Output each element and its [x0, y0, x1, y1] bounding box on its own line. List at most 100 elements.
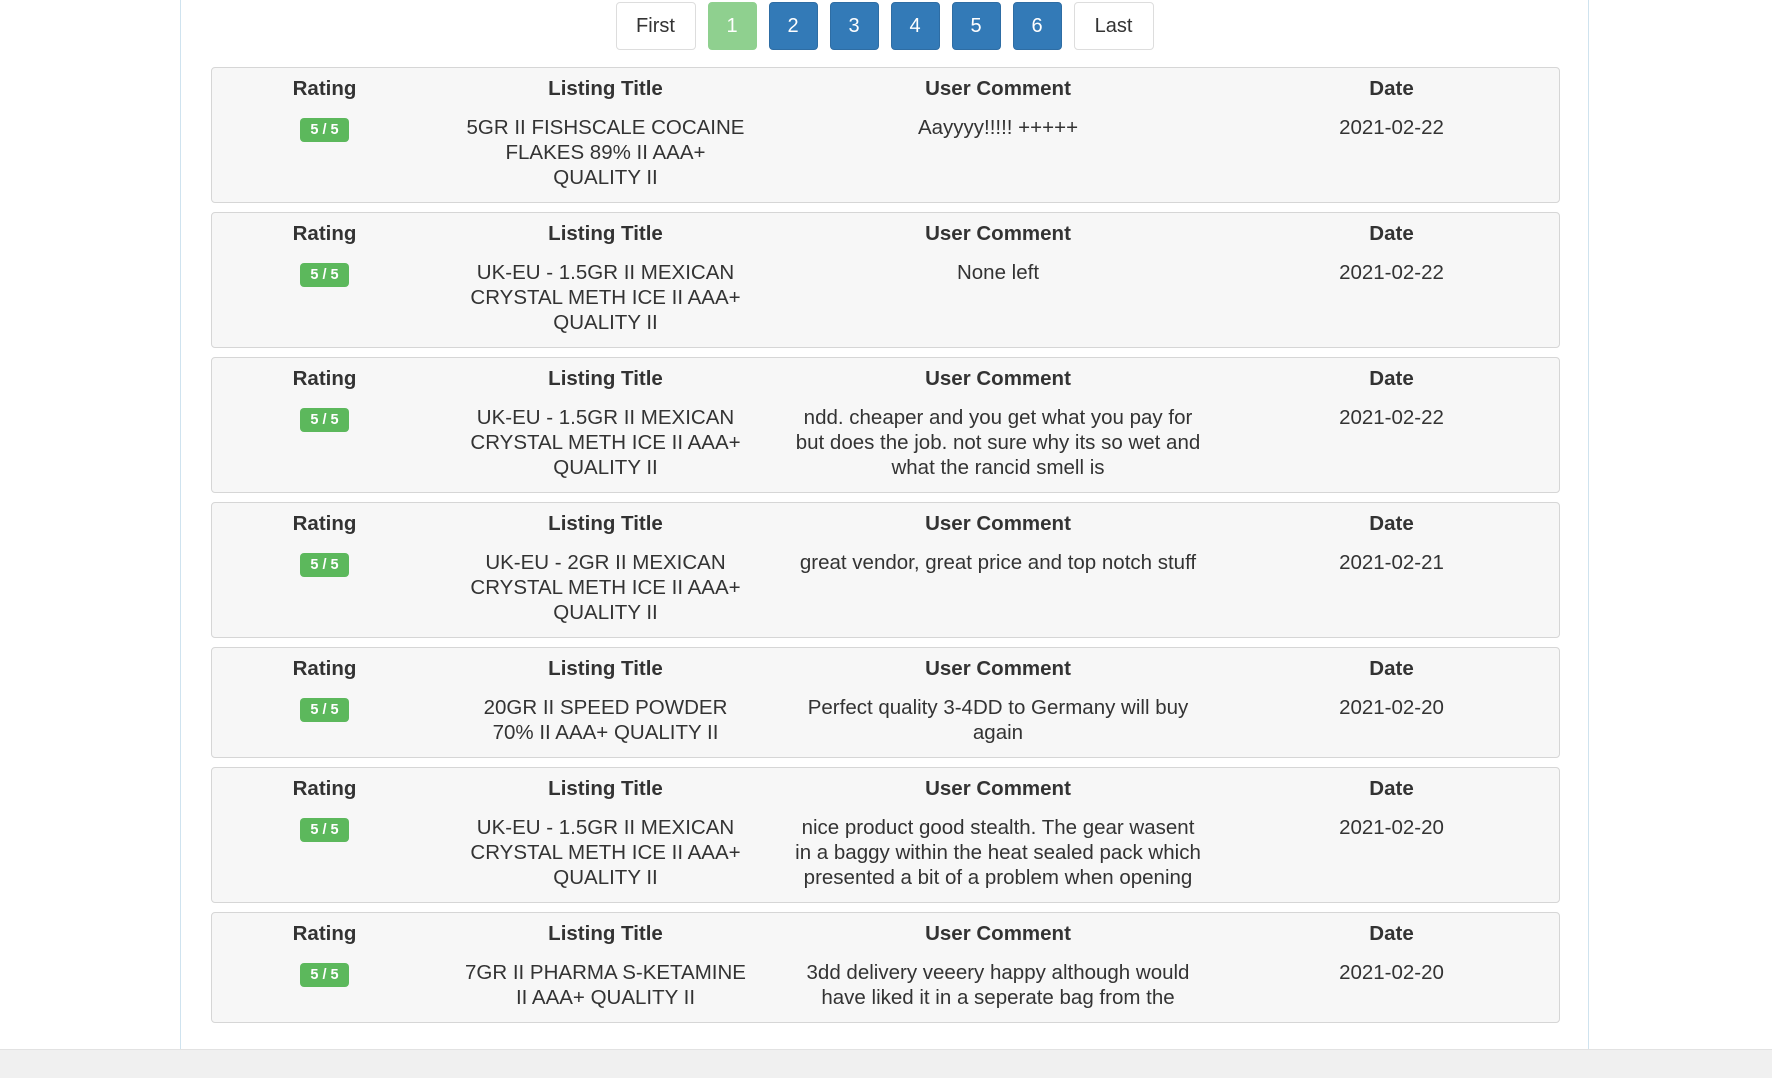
rating-header: Rating [292, 222, 357, 245]
date-header: Date [1369, 922, 1414, 945]
rating-header: Rating [292, 77, 357, 100]
listing-title-column: Listing Title UK-EU - 1.5GR II MEXICAN C… [437, 776, 774, 890]
user-comment-header: User Comment [925, 657, 1071, 680]
rating-header: Rating [292, 657, 357, 680]
date-header: Date [1369, 657, 1414, 680]
user-comment: nice product good stealth. The gear wase… [795, 816, 1201, 889]
user-comment-header: User Comment [925, 77, 1071, 100]
pagination-page-6-button[interactable]: 6 [1012, 2, 1062, 50]
listing-title-header: Listing Title [548, 777, 663, 800]
review-card: Rating 5 / 5 Listing Title 7GR II PHARMA… [211, 912, 1560, 1023]
date-header: Date [1369, 222, 1414, 245]
rating-column: Rating 5 / 5 [212, 76, 437, 190]
rating-badge: 5 / 5 [300, 553, 349, 577]
listing-title: 20GR II SPEED POWDER 70% II AAA+ QUALITY… [483, 696, 728, 744]
listing-title-column: Listing Title 7GR II PHARMA S-KETAMINE I… [437, 921, 774, 1010]
rating-column: Rating 5 / 5 [212, 776, 437, 890]
listing-title: 7GR II PHARMA S-KETAMINE II AAA+ QUALITY… [465, 961, 746, 1009]
review-list: Rating 5 / 5 Listing Title 5GR II FISHSC… [211, 67, 1560, 1032]
date-header: Date [1369, 512, 1414, 535]
rating-badge: 5 / 5 [300, 698, 349, 722]
listing-title-header: Listing Title [548, 367, 663, 390]
user-comment-header: User Comment [925, 777, 1071, 800]
listing-title: UK-EU - 1.5GR II MEXICAN CRYSTAL METH IC… [470, 261, 741, 334]
user-comment-header: User Comment [925, 922, 1071, 945]
review-date: 2021-02-22 [1339, 116, 1444, 139]
rating-column: Rating 5 / 5 [212, 921, 437, 1010]
date-column: Date 2021-02-20 [1222, 921, 1561, 1010]
rating-badge: 5 / 5 [300, 408, 349, 432]
user-comment-column: User Comment None left [774, 221, 1222, 335]
listing-title-column: Listing Title UK-EU - 1.5GR II MEXICAN C… [437, 221, 774, 335]
listing-title-header: Listing Title [548, 657, 663, 680]
date-header: Date [1369, 367, 1414, 390]
pagination-first-button[interactable]: First [615, 2, 696, 50]
date-column: Date 2021-02-22 [1222, 221, 1561, 335]
pagination-page-4-button[interactable]: 4 [890, 2, 940, 50]
date-column: Date 2021-02-20 [1222, 656, 1561, 745]
listing-title-column: Listing Title UK-EU - 1.5GR II MEXICAN C… [437, 366, 774, 480]
rating-header: Rating [292, 777, 357, 800]
review-card: Rating 5 / 5 Listing Title 5GR II FISHSC… [211, 67, 1560, 203]
listing-title: UK-EU - 1.5GR II MEXICAN CRYSTAL METH IC… [470, 816, 741, 889]
user-comment: great vendor, great price and top notch … [799, 551, 1197, 574]
review-date: 2021-02-20 [1339, 816, 1444, 839]
rating-badge: 5 / 5 [300, 963, 349, 987]
listing-title-header: Listing Title [548, 77, 663, 100]
user-comment-column: User Comment 3dd delivery veeery happy a… [774, 921, 1222, 1010]
date-header: Date [1369, 777, 1414, 800]
user-comment-header: User Comment [925, 222, 1071, 245]
review-date: 2021-02-21 [1339, 551, 1444, 574]
listing-title-column: Listing Title 5GR II FISHSCALE COCAINE F… [437, 76, 774, 190]
review-date: 2021-02-22 [1339, 406, 1444, 429]
user-comment-column: User Comment ndd. cheaper and you get wh… [774, 366, 1222, 480]
rating-badge: 5 / 5 [300, 818, 349, 842]
rating-header: Rating [292, 922, 357, 945]
rating-column: Rating 5 / 5 [212, 366, 437, 480]
user-comment-column: User Comment nice product good stealth. … [774, 776, 1222, 890]
user-comment-column: User Comment Perfect quality 3-4DD to Ge… [774, 656, 1222, 745]
user-comment-header: User Comment [925, 367, 1071, 390]
listing-title-header: Listing Title [548, 512, 663, 535]
pagination-page-5-button[interactable]: 5 [951, 2, 1001, 50]
review-card: Rating 5 / 5 Listing Title UK-EU - 1.5GR… [211, 767, 1560, 903]
listing-title: 5GR II FISHSCALE COCAINE FLAKES 89% II A… [466, 116, 745, 189]
listing-title-column: Listing Title UK-EU - 2GR II MEXICAN CRY… [437, 511, 774, 625]
pagination-page-2-button[interactable]: 2 [768, 2, 818, 50]
rating-badge: 5 / 5 [300, 118, 349, 142]
rating-header: Rating [292, 367, 357, 390]
rating-column: Rating 5 / 5 [212, 511, 437, 625]
date-column: Date 2021-02-20 [1222, 776, 1561, 890]
date-column: Date 2021-02-22 [1222, 366, 1561, 480]
user-comment-header: User Comment [925, 512, 1071, 535]
user-comment: None left [956, 261, 1040, 284]
bottom-bar [0, 1049, 1772, 1078]
user-comment: ndd. cheaper and you get what you pay fo… [795, 406, 1201, 479]
review-date: 2021-02-20 [1339, 696, 1444, 719]
listing-title: UK-EU - 1.5GR II MEXICAN CRYSTAL METH IC… [470, 406, 741, 479]
rating-badge: 5 / 5 [300, 263, 349, 287]
listing-title-header: Listing Title [548, 222, 663, 245]
listing-title-header: Listing Title [548, 922, 663, 945]
main-container: First 1 2 3 4 5 6 Last Rating 5 / 5 List… [180, 0, 1589, 1049]
listing-title: UK-EU - 2GR II MEXICAN CRYSTAL METH ICE … [470, 551, 741, 624]
rating-column: Rating 5 / 5 [212, 221, 437, 335]
review-card: Rating 5 / 5 Listing Title UK-EU - 1.5GR… [211, 212, 1560, 348]
review-card: Rating 5 / 5 Listing Title UK-EU - 2GR I… [211, 502, 1560, 638]
review-date: 2021-02-20 [1339, 961, 1444, 984]
review-card: Rating 5 / 5 Listing Title UK-EU - 1.5GR… [211, 357, 1560, 493]
rating-column: Rating 5 / 5 [212, 656, 437, 745]
date-column: Date 2021-02-21 [1222, 511, 1561, 625]
pagination-page-3-button[interactable]: 3 [829, 2, 879, 50]
listing-title-column: Listing Title 20GR II SPEED POWDER 70% I… [437, 656, 774, 745]
user-comment: 3dd delivery veeery happy although would… [806, 961, 1190, 1009]
pagination-page-1-button[interactable]: 1 [707, 2, 757, 50]
user-comment-column: User Comment Aayyyy!!!!! +++++ [774, 76, 1222, 190]
rating-header: Rating [292, 512, 357, 535]
pagination-last-button[interactable]: Last [1073, 2, 1154, 50]
user-comment-column: User Comment great vendor, great price a… [774, 511, 1222, 625]
date-column: Date 2021-02-22 [1222, 76, 1561, 190]
date-header: Date [1369, 77, 1414, 100]
user-comment: Perfect quality 3-4DD to Germany will bu… [807, 696, 1189, 744]
pagination: First 1 2 3 4 5 6 Last [181, 2, 1588, 50]
